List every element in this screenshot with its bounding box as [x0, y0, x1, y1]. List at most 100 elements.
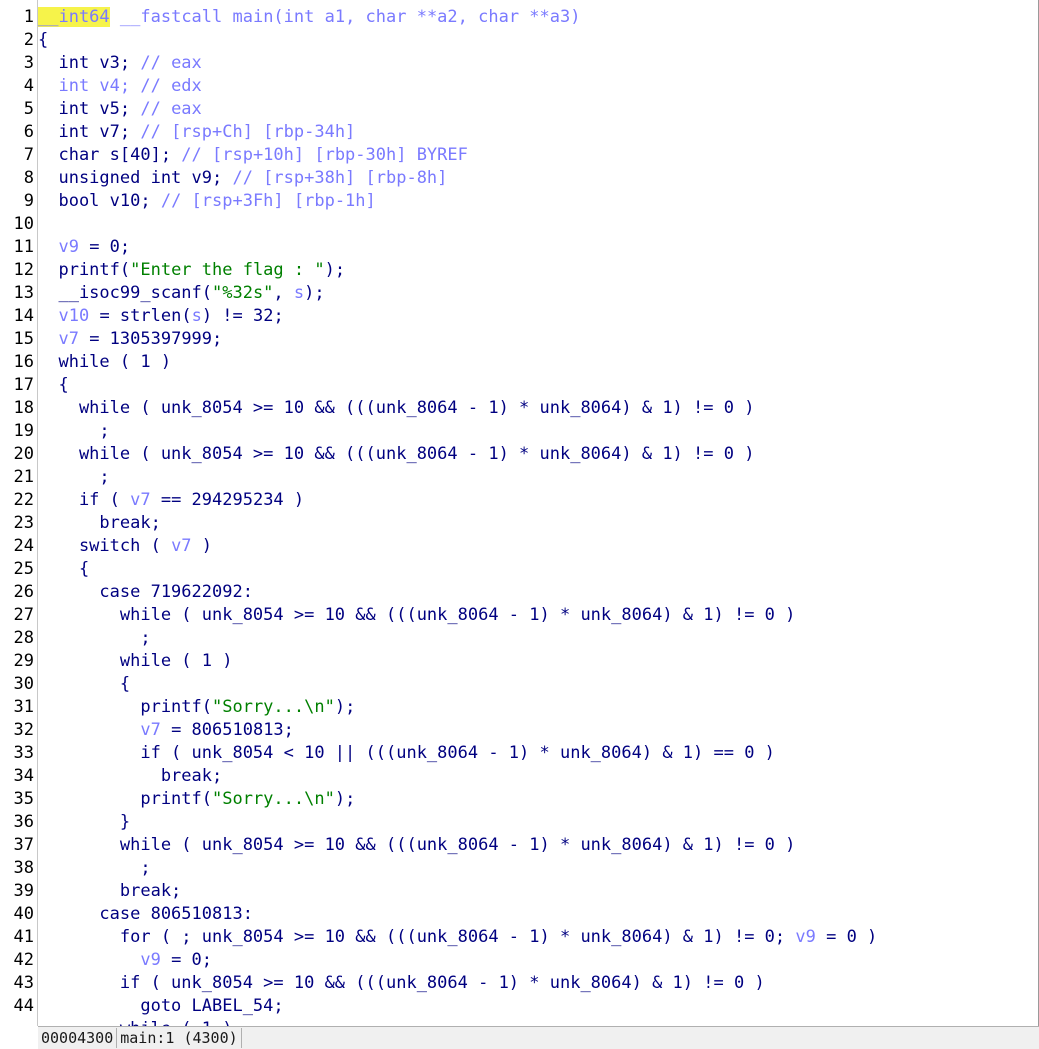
code-line[interactable]: 23 break; — [0, 512, 1039, 535]
code-text[interactable]: __isoc99_scanf("%32s", s); — [38, 282, 324, 305]
code-line[interactable]: 40 case 806510813: — [0, 903, 1039, 926]
code-text[interactable]: unsigned int v9; // [rsp+38h] [rbp-8h] — [38, 167, 447, 190]
code-text[interactable]: goto LABEL_54; — [38, 995, 283, 1018]
code-line[interactable]: 3 int v3; // eax — [0, 52, 1039, 75]
code-line[interactable]: 20 while ( unk_8054 >= 10 && (((unk_8064… — [0, 443, 1039, 466]
code-line[interactable]: 13 __isoc99_scanf("%32s", s); — [0, 282, 1039, 305]
line-number: 25 — [13, 559, 34, 579]
code-line[interactable]: 17 { — [0, 374, 1039, 397]
code-text[interactable]: int v4; // edx — [38, 75, 201, 98]
line-number: 32 — [13, 720, 34, 740]
code-line[interactable]: 30 { — [0, 673, 1039, 696]
code-text[interactable]: ; — [38, 857, 150, 880]
code-line[interactable]: 21 ; — [0, 466, 1039, 489]
line-number: 28 — [13, 628, 34, 648]
code-text[interactable]: { — [38, 374, 68, 397]
code-text[interactable]: { — [38, 29, 48, 52]
code-line[interactable]: 9 bool v10; // [rsp+3Fh] [rbp-1h] — [0, 190, 1039, 213]
code-line[interactable]: 44 goto LABEL_54; — [0, 995, 1039, 1018]
code-line[interactable]: 32 v7 = 806510813; — [0, 719, 1039, 742]
code-text[interactable]: char s[40]; // [rsp+10h] [rbp-30h] BYREF — [38, 144, 467, 167]
code-line[interactable]: 36 } — [0, 811, 1039, 834]
code-line[interactable]: 25 { — [0, 558, 1039, 581]
code-text[interactable]: while ( 1 ) — [38, 351, 171, 374]
code-line[interactable]: 26 case 719622092: — [0, 581, 1039, 604]
line-number: 18 — [13, 398, 34, 418]
code-line[interactable]: 28 ; — [0, 627, 1039, 650]
code-text[interactable]: break; — [38, 765, 222, 788]
code-line[interactable]: 38 ; — [0, 857, 1039, 880]
code-line[interactable]: 24 switch ( v7 ) — [0, 535, 1039, 558]
line-number: 13 — [13, 283, 34, 303]
code-text[interactable]: v10 = strlen(s) != 32; — [38, 305, 283, 328]
code-text[interactable]: for ( ; unk_8054 >= 10 && (((unk_8064 - … — [38, 926, 877, 949]
code-line[interactable]: 27 while ( unk_8054 >= 10 && (((unk_8064… — [0, 604, 1039, 627]
code-line[interactable]: 42 v9 = 0; — [0, 949, 1039, 972]
code-text[interactable]: while ( unk_8054 >= 10 && (((unk_8064 - … — [38, 443, 755, 466]
line-number: 12 — [13, 260, 34, 280]
code-text[interactable]: switch ( v7 ) — [38, 535, 212, 558]
code-text[interactable]: break; — [38, 512, 160, 535]
line-number: 2 — [23, 30, 34, 50]
code-text[interactable]: int v7; // [rsp+Ch] [rbp-34h] — [38, 121, 355, 144]
code-line[interactable]: 15 v7 = 1305397999; — [0, 328, 1039, 351]
code-line[interactable]: 10 — [0, 213, 1039, 236]
code-text[interactable]: v7 = 806510813; — [38, 719, 294, 742]
code-line[interactable]: 37 while ( unk_8054 >= 10 && (((unk_8064… — [0, 834, 1039, 857]
code-text[interactable]: int v3; // eax — [38, 52, 201, 75]
code-text[interactable]: { — [38, 558, 89, 581]
code-text[interactable]: printf("Sorry...\n"); — [38, 696, 355, 719]
code-line[interactable]: 5 int v5; // eax — [0, 98, 1039, 121]
line-number: 27 — [13, 605, 34, 625]
code-text[interactable]: while ( 1 ) — [38, 650, 233, 673]
code-text[interactable]: } — [38, 811, 130, 834]
code-text[interactable]: case 806510813: — [38, 903, 253, 926]
code-line[interactable]: 6 int v7; // [rsp+Ch] [rbp-34h] — [0, 121, 1039, 144]
code-text[interactable]: v9 = 0; — [38, 949, 212, 972]
code-line[interactable]: 19 ; — [0, 420, 1039, 443]
code-text[interactable]: bool v10; // [rsp+3Fh] [rbp-1h] — [38, 190, 375, 213]
code-text[interactable]: ; — [38, 420, 109, 443]
code-line[interactable]: 14 v10 = strlen(s) != 32; — [0, 305, 1039, 328]
code-text[interactable]: __int64 __fastcall main(int a1, char **a… — [38, 6, 580, 29]
code-line[interactable]: 29 while ( 1 ) — [0, 650, 1039, 673]
code-text[interactable]: v7 = 1305397999; — [38, 328, 222, 351]
code-text[interactable]: ; — [38, 627, 150, 650]
code-text[interactable]: { — [38, 673, 130, 696]
line-number: 41 — [13, 927, 34, 947]
code-text[interactable]: ; — [38, 466, 109, 489]
code-text[interactable]: while ( unk_8054 >= 10 && (((unk_8064 - … — [38, 834, 796, 857]
line-number: 11 — [13, 237, 34, 257]
code-line[interactable]: 22 if ( v7 == 294295234 ) — [0, 489, 1039, 512]
code-line[interactable]: 33 if ( unk_8054 < 10 || (((unk_8064 - 1… — [0, 742, 1039, 765]
code-line[interactable]: 41 for ( ; unk_8054 >= 10 && (((unk_8064… — [0, 926, 1039, 949]
code-line[interactable]: 7 char s[40]; // [rsp+10h] [rbp-30h] BYR… — [0, 144, 1039, 167]
code-line[interactable]: 11 v9 = 0; — [0, 236, 1039, 259]
code-text[interactable]: int v5; // eax — [38, 98, 201, 121]
line-number: 9 — [23, 191, 34, 211]
code-text[interactable]: if ( unk_8054 >= 10 && (((unk_8064 - 1) … — [38, 972, 765, 995]
code-line[interactable]: 31 printf("Sorry...\n"); — [0, 696, 1039, 719]
code-text[interactable]: printf("Enter the flag : "); — [38, 259, 345, 282]
code-text[interactable]: v9 = 0; — [38, 236, 130, 259]
code-line[interactable]: 39 break; — [0, 880, 1039, 903]
code-text[interactable]: if ( v7 == 294295234 ) — [38, 489, 304, 512]
pseudocode-view[interactable]: 1 __int64 __fastcall main(int a1, char **… — [0, 6, 1039, 1041]
code-text[interactable]: while ( unk_8054 >= 10 && (((unk_8064 - … — [38, 604, 796, 627]
code-text[interactable]: break; — [38, 880, 181, 903]
code-line[interactable]: 18 while ( unk_8054 >= 10 && (((unk_8064… — [0, 397, 1039, 420]
line-number: 16 — [13, 352, 34, 372]
code-line[interactable]: 4 int v4; // edx — [0, 75, 1039, 98]
code-text[interactable]: if ( unk_8054 < 10 || (((unk_8064 - 1) *… — [38, 742, 775, 765]
code-line[interactable]: 35 printf("Sorry...\n"); — [0, 788, 1039, 811]
code-line[interactable]: 34 break; — [0, 765, 1039, 788]
code-line[interactable]: 1 __int64 __fastcall main(int a1, char **… — [0, 6, 1039, 29]
code-line[interactable]: 8 unsigned int v9; // [rsp+38h] [rbp-8h] — [0, 167, 1039, 190]
code-line[interactable]: 16 while ( 1 ) — [0, 351, 1039, 374]
code-line[interactable]: 43 if ( unk_8054 >= 10 && (((unk_8064 - … — [0, 972, 1039, 995]
code-text[interactable]: case 719622092: — [38, 581, 253, 604]
code-line[interactable]: 12 printf("Enter the flag : "); — [0, 259, 1039, 282]
code-text[interactable]: while ( unk_8054 >= 10 && (((unk_8064 - … — [38, 397, 755, 420]
code-line[interactable]: 2{ — [0, 29, 1039, 52]
code-text[interactable]: printf("Sorry...\n"); — [38, 788, 355, 811]
